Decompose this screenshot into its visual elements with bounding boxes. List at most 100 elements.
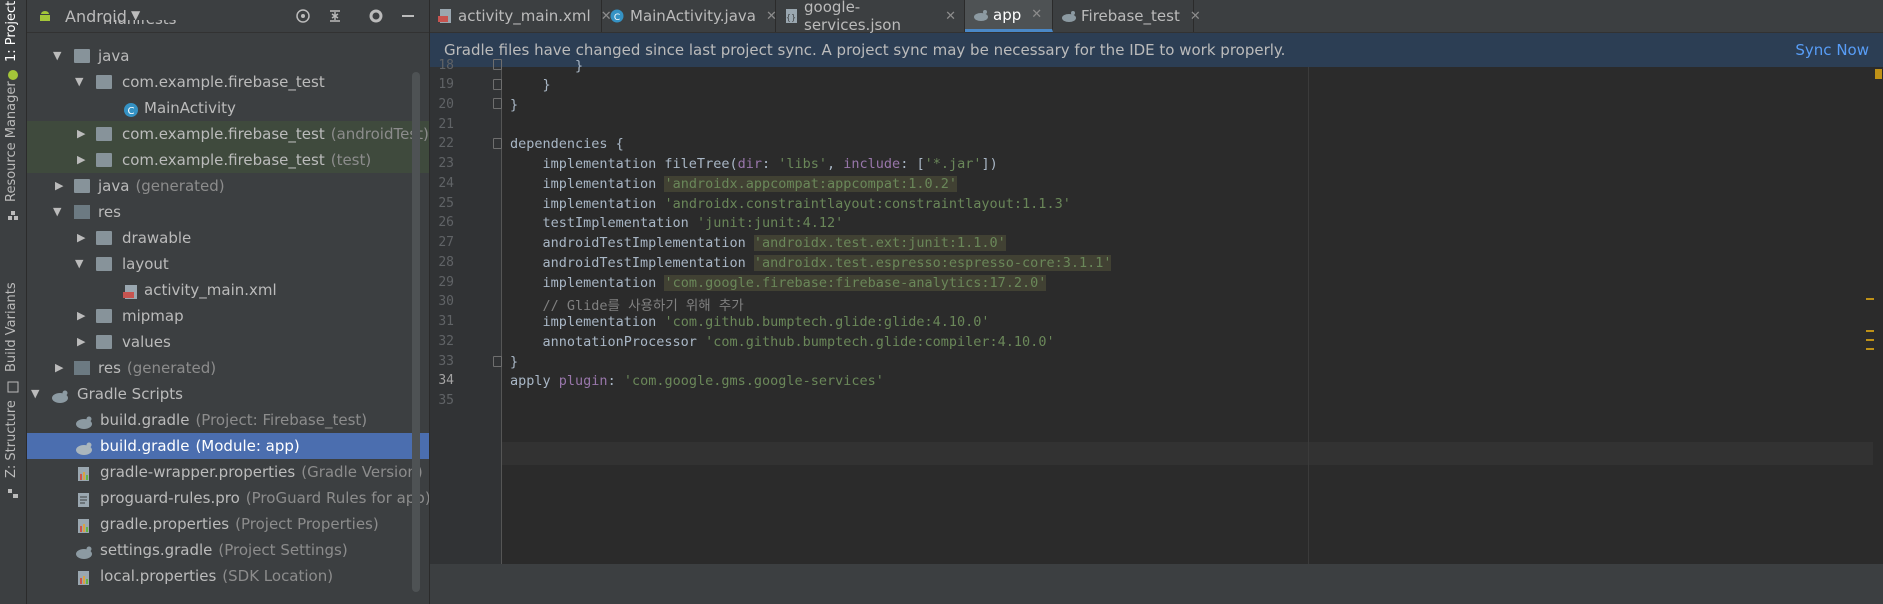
tree-item-java-generated[interactable]: ▶ java (generated) — [27, 173, 429, 199]
tree-item-mainactivity[interactable]: C MainActivity — [27, 95, 429, 121]
tree-item-res[interactable]: ▼ res — [27, 199, 429, 225]
tool-tab-project[interactable]: 1: Project — [4, 1, 19, 62]
code-line: implementation 'androidx.constraintlayou… — [510, 196, 1071, 212]
line-number: 19 — [438, 77, 454, 92]
expanded-arrow-icon[interactable]: ▼ — [31, 381, 39, 407]
android-icon — [7, 66, 19, 80]
line-number: 26 — [438, 215, 454, 230]
fold-marker-icon[interactable] — [493, 138, 502, 149]
tree-item-manifests[interactable]: manifests — [27, 20, 429, 34]
svg-text:C: C — [128, 106, 135, 117]
line-number: 27 — [438, 235, 454, 250]
warning-stripe-mark[interactable] — [1866, 330, 1874, 332]
tree-item-java[interactable]: ▼ java — [27, 43, 429, 69]
xml-file-icon — [438, 9, 452, 23]
code-line: implementation 'androidx.appcompat:appco… — [510, 176, 958, 192]
properties-file-icon — [77, 464, 93, 481]
sync-now-link[interactable]: Sync Now — [1795, 41, 1869, 59]
line-number: 30 — [438, 294, 454, 309]
tree-item-res-generated[interactable]: ▶ res (generated) — [27, 355, 429, 381]
close-icon[interactable]: ✕ — [945, 9, 956, 24]
tree-item-layout[interactable]: ▼ layout — [27, 251, 429, 277]
warning-stripe-mark[interactable] — [1866, 298, 1874, 300]
collapsed-arrow-icon[interactable]: ▶ — [77, 329, 85, 355]
properties-file-icon — [77, 516, 93, 533]
code-line: annotationProcessor 'com.github.bumptech… — [510, 334, 1055, 350]
tree-item-local-properties[interactable]: local.properties (SDK Location) — [27, 563, 429, 589]
line-number: 33 — [438, 354, 454, 369]
collapsed-arrow-icon[interactable]: ▶ — [77, 303, 85, 329]
tab-activity-main-xml[interactable]: activity_main.xml ✕ — [430, 0, 612, 32]
tree-item-gradle-properties[interactable]: gradle.properties (Project Properties) — [27, 511, 429, 537]
fold-marker-icon[interactable] — [493, 98, 502, 109]
fold-marker-icon[interactable] — [493, 59, 502, 70]
tree-item-package-test[interactable]: ▶ com.example.firebase_test (test) — [27, 147, 429, 173]
gradle-icon — [973, 8, 988, 22]
collapsed-arrow-icon[interactable]: ▶ — [77, 225, 85, 251]
line-number: 32 — [438, 334, 454, 349]
fold-marker-icon[interactable] — [493, 356, 502, 367]
tree-item-mipmap[interactable]: ▶ mipmap — [27, 303, 429, 329]
line-number: 25 — [438, 196, 454, 211]
tab-firebase-test-gradle[interactable]: Firebase_test ✕ — [1053, 0, 1201, 32]
fold-marker-icon[interactable] — [493, 79, 502, 90]
collapsed-arrow-icon[interactable]: ▶ — [55, 355, 63, 381]
expanded-arrow-icon[interactable]: ▼ — [75, 251, 83, 277]
project-panel-scrollbar[interactable] — [412, 72, 420, 592]
tree-item-activity-main-xml[interactable]: activity_main.xml — [27, 277, 429, 303]
tool-tab-build-variants[interactable]: Build Variants — [4, 282, 19, 372]
line-number: 21 — [438, 117, 454, 132]
code-editor[interactable]: 18 19 20 21 22 23 24 25 26 27 28 29 30 3… — [430, 58, 1883, 604]
tree-item-gradle-scripts[interactable]: ▼ Gradle Scripts — [27, 381, 429, 407]
line-number: 24 — [438, 176, 454, 191]
tab-app-build-gradle[interactable]: app ✕ — [965, 0, 1053, 32]
project-panel: Android ▼ manifests ▼ java ▼ com.example… — [27, 0, 429, 604]
tab-mainactivity-java[interactable]: C MainActivity.java ✕ — [602, 0, 777, 32]
collapsed-arrow-icon[interactable]: ▶ — [77, 147, 85, 173]
json-file-icon: {} — [784, 9, 798, 23]
folder-icon — [96, 231, 112, 245]
generated-folder-icon — [74, 179, 90, 193]
svg-text:{}: {} — [786, 13, 796, 22]
expanded-arrow-icon[interactable]: ▼ — [53, 199, 61, 225]
tree-item-package[interactable]: ▼ com.example.firebase_test — [27, 69, 429, 95]
tree-item-gradle-wrapper[interactable]: gradle-wrapper.properties (Gradle Version… — [27, 459, 429, 485]
tool-tab-resource-manager[interactable]: Resource Manager — [4, 81, 19, 202]
xml-file-icon — [123, 282, 139, 299]
build-variants-icon — [7, 378, 19, 393]
tree-item-drawable[interactable]: ▶ drawable — [27, 225, 429, 251]
collapsed-arrow-icon[interactable]: ▶ — [77, 121, 85, 147]
tree-item-values[interactable]: ▶ values — [27, 329, 429, 355]
right-margin-guide — [1308, 67, 1309, 564]
close-icon[interactable]: ✕ — [1031, 7, 1042, 22]
tree-item-build-gradle-project[interactable]: build.gradle (Project: Firebase_test) — [27, 407, 429, 433]
code-line: implementation fileTree(dir: 'libs', inc… — [510, 156, 998, 172]
tree-item-proguard-rules[interactable]: proguard-rules.pro (ProGuard Rules for ap… — [27, 485, 429, 511]
line-number: 22 — [438, 136, 454, 151]
tool-tab-structure[interactable]: Z: Structure — [4, 400, 19, 478]
editor-bottom-bar — [430, 564, 1883, 604]
expanded-arrow-icon[interactable]: ▼ — [53, 43, 61, 69]
tab-google-services-json[interactable]: {} google-services.json ✕ — [776, 0, 965, 34]
warning-indicator-icon[interactable] — [1875, 69, 1882, 79]
line-number: 23 — [438, 156, 454, 171]
code-line: androidTestImplementation 'androidx.test… — [510, 235, 1006, 251]
caret-row-highlight — [502, 442, 1883, 465]
warning-stripe-mark[interactable] — [1866, 348, 1874, 350]
line-number: 20 — [438, 97, 454, 112]
close-icon[interactable]: ✕ — [1190, 9, 1201, 24]
line-number: 28 — [438, 255, 454, 270]
folder-icon — [96, 309, 112, 323]
tree-item-settings-gradle[interactable]: settings.gradle (Project Settings) — [27, 537, 429, 563]
code-line: implementation 'com.github.bumptech.glid… — [510, 314, 990, 330]
tree-item-package-androidtest[interactable]: ▶ com.example.firebase_test (androidTest) — [27, 121, 429, 147]
gradle-icon — [75, 438, 92, 455]
expanded-arrow-icon[interactable]: ▼ — [75, 69, 83, 95]
code-line: dependencies { — [510, 136, 624, 152]
tool-window-strip: 1: Project Resource Manager Build Varian… — [0, 0, 27, 604]
collapsed-arrow-icon[interactable]: ▶ — [55, 173, 63, 199]
tree-item-build-gradle-module[interactable]: build.gradle (Module: app) — [27, 433, 429, 459]
code-line-current: apply plugin: 'com.google.gms.google-ser… — [510, 373, 884, 389]
package-icon — [96, 153, 112, 167]
warning-stripe-mark[interactable] — [1866, 339, 1874, 341]
